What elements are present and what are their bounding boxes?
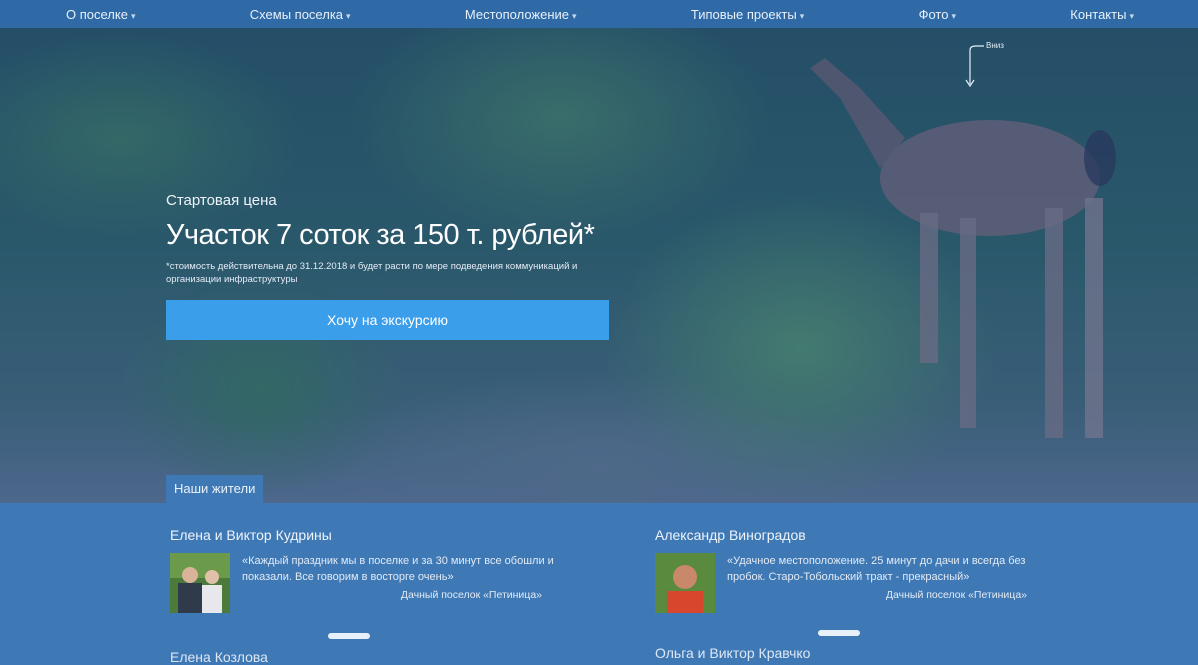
scroll-label: Вниз bbox=[986, 41, 1004, 50]
review-quote: «Удачное местоположение. 25 минут до дач… bbox=[727, 555, 1026, 583]
hero-footnote: *стоимость действительна до 31.12.2018 и… bbox=[166, 261, 578, 285]
carousel-dot[interactable] bbox=[818, 630, 860, 636]
nav-item-schemes[interactable]: Схемы поселка ▾ bbox=[250, 7, 351, 22]
review-source: Дачный поселок «Петиница» bbox=[885, 589, 1027, 601]
avatar bbox=[170, 553, 230, 613]
chevron-down-icon: ▾ bbox=[572, 10, 577, 21]
chevron-down-icon: ▾ bbox=[130, 10, 136, 21]
review-source: Дачный поселок «Петиница» bbox=[400, 589, 542, 601]
reviews-tab: Наши жители bbox=[166, 475, 264, 503]
review-card: Елена и Виктор Кудрины «Каждый праздник … bbox=[170, 527, 554, 613]
review-author: Александр Виноградов bbox=[655, 527, 806, 543]
hero-eyebrow: Стартовая цена bbox=[166, 192, 277, 209]
nav-item-label: Фото bbox=[918, 6, 949, 22]
nav-item-about[interactable]: О поселке ▾ bbox=[66, 7, 135, 22]
review-body: «Удачное местоположение. 25 минут до дач… bbox=[655, 553, 1035, 613]
chevron-down-icon: ▾ bbox=[951, 10, 956, 21]
nav-item-location[interactable]: Местоположение ▾ bbox=[465, 7, 577, 22]
review-body: «Каждый праздник мы в поселке и за 30 ми… bbox=[170, 553, 554, 613]
nav-item-label: Местоположение bbox=[464, 6, 570, 22]
nav-item-projects[interactable]: Типовые проекты ▾ bbox=[691, 7, 804, 22]
review-quote: «Каждый праздник мы в поселке и за 30 ми… bbox=[242, 555, 554, 583]
chevron-down-icon: ▾ bbox=[1129, 10, 1134, 21]
review-author: Елена и Виктор Кудрины bbox=[170, 527, 332, 543]
review-card: Александр Виноградов «Удачное местополож… bbox=[655, 527, 1035, 613]
nav-item-label: Схемы поселка bbox=[249, 6, 344, 22]
nav-item-label: О поселке bbox=[66, 6, 128, 22]
hero-content: Стартовая цена Участок 7 соток за 150 т.… bbox=[166, 192, 616, 340]
excursion-button[interactable]: Хочу на экскурсию bbox=[166, 300, 609, 340]
avatar bbox=[655, 553, 715, 613]
review-author: Елена Козлова bbox=[170, 649, 268, 665]
top-nav: О поселке ▾ Схемы поселка ▾ Местоположение… bbox=[0, 0, 1198, 28]
nav-item-photo[interactable]: Фото ▾ bbox=[919, 7, 956, 22]
nav-item-label: Типовые проекты bbox=[690, 6, 797, 22]
hero-banner: Вниз Стартовая цена Участок 7 соток за 1… bbox=[0, 28, 1198, 503]
nav-item-contacts[interactable]: Контакты ▾ bbox=[1070, 7, 1134, 22]
scroll-down-hint[interactable]: Вниз bbox=[962, 40, 1022, 92]
chevron-down-icon: ▾ bbox=[346, 10, 351, 21]
reviews-section: Елена и Виктор Кудрины «Каждый праздник … bbox=[0, 503, 1198, 665]
review-author: Ольга и Виктор Кравчко bbox=[655, 645, 811, 661]
hero-title: Участок 7 соток за 150 т. рублей* bbox=[166, 219, 595, 251]
chevron-down-icon: ▾ bbox=[799, 10, 805, 21]
nav-item-label: Контакты bbox=[1070, 6, 1127, 22]
carousel-dot[interactable] bbox=[328, 633, 370, 639]
